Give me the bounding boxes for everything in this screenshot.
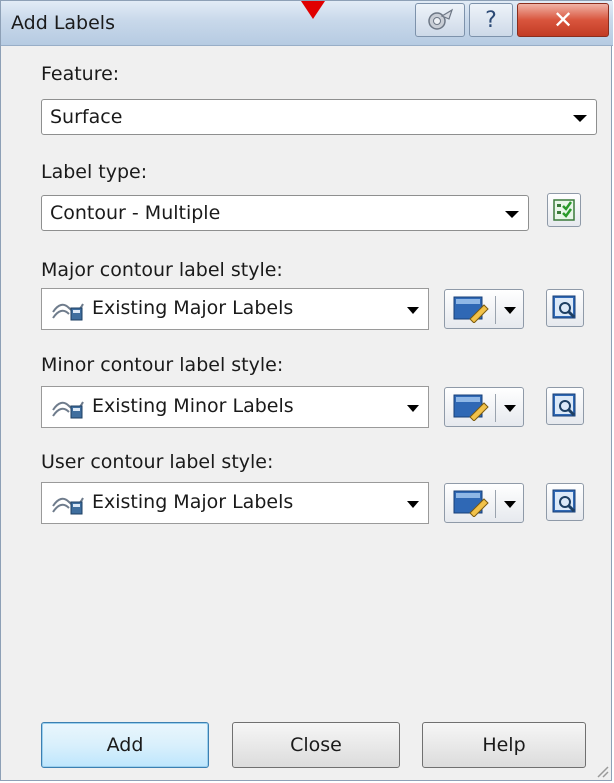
major-style-label: Major contour label style:: [41, 259, 283, 281]
preview-magnifier-icon: [552, 393, 576, 417]
major-style-value: Existing Major Labels: [92, 297, 294, 319]
user-style-label: User contour label style:: [41, 451, 274, 473]
preview-magnifier-icon: [552, 489, 576, 513]
feature-label: Feature:: [41, 63, 120, 85]
help-button[interactable]: Help: [422, 722, 586, 768]
label-style-icon: [52, 497, 84, 515]
resize-grip-icon[interactable]: [595, 764, 609, 778]
major-style-dropdown[interactable]: Existing Major Labels: [41, 288, 429, 330]
user-style-value: Existing Major Labels: [92, 491, 294, 513]
minor-edit-split-button[interactable]: [444, 387, 524, 427]
chevron-down-icon: [407, 307, 419, 314]
minor-style-value: Existing Minor Labels: [92, 395, 294, 417]
help-icon: ?: [485, 7, 497, 33]
close-button[interactable]: Close: [232, 722, 400, 768]
edit-style-icon: [453, 394, 489, 421]
label-type-label: Label type:: [41, 161, 148, 183]
checklist-icon: [553, 199, 575, 221]
feature-dropdown[interactable]: Surface: [41, 99, 597, 135]
red-pointer-marker: [301, 1, 325, 19]
edit-style-icon: [453, 296, 489, 323]
label-type-dropdown[interactable]: Contour - Multiple: [41, 195, 529, 231]
preview-magnifier-icon: [552, 295, 576, 319]
add-labels-dialog: Add Labels ? ✕ Feature: Surface Label ty…: [0, 0, 613, 781]
split-divider: [495, 394, 496, 422]
chevron-down-icon[interactable]: [504, 405, 516, 412]
label-type-options-button[interactable]: [547, 193, 581, 227]
close-title-button[interactable]: ✕: [517, 3, 609, 37]
user-preview-button[interactable]: [546, 483, 584, 521]
edit-style-icon: [453, 490, 489, 517]
title-bar[interactable]: Add Labels ? ✕: [1, 1, 613, 46]
label-style-icon: [52, 401, 84, 419]
user-edit-split-button[interactable]: [444, 483, 524, 523]
major-edit-split-button[interactable]: [444, 289, 524, 329]
chevron-down-icon: [573, 115, 587, 122]
chevron-down-icon[interactable]: [504, 307, 516, 314]
minor-style-label: Minor contour label style:: [41, 354, 284, 376]
chevron-down-icon: [407, 501, 419, 508]
chevron-down-icon[interactable]: [504, 501, 516, 508]
label-type-value: Contour - Multiple: [50, 202, 221, 224]
dialog-title: Add Labels: [11, 12, 115, 34]
split-divider: [495, 490, 496, 518]
user-style-dropdown[interactable]: Existing Major Labels: [41, 482, 429, 524]
chevron-down-icon: [407, 405, 419, 412]
pin-button[interactable]: [415, 3, 465, 37]
label-style-icon: [52, 303, 84, 321]
minor-preview-button[interactable]: [546, 387, 584, 425]
minor-style-dropdown[interactable]: Existing Minor Labels: [41, 386, 429, 428]
close-icon: ✕: [552, 6, 574, 34]
add-button[interactable]: Add: [41, 722, 209, 768]
pin-icon: [428, 8, 454, 30]
major-preview-button[interactable]: [546, 289, 584, 327]
feature-value: Surface: [50, 106, 123, 128]
chevron-down-icon: [505, 211, 519, 218]
help-title-button[interactable]: ?: [469, 3, 513, 37]
split-divider: [495, 296, 496, 324]
